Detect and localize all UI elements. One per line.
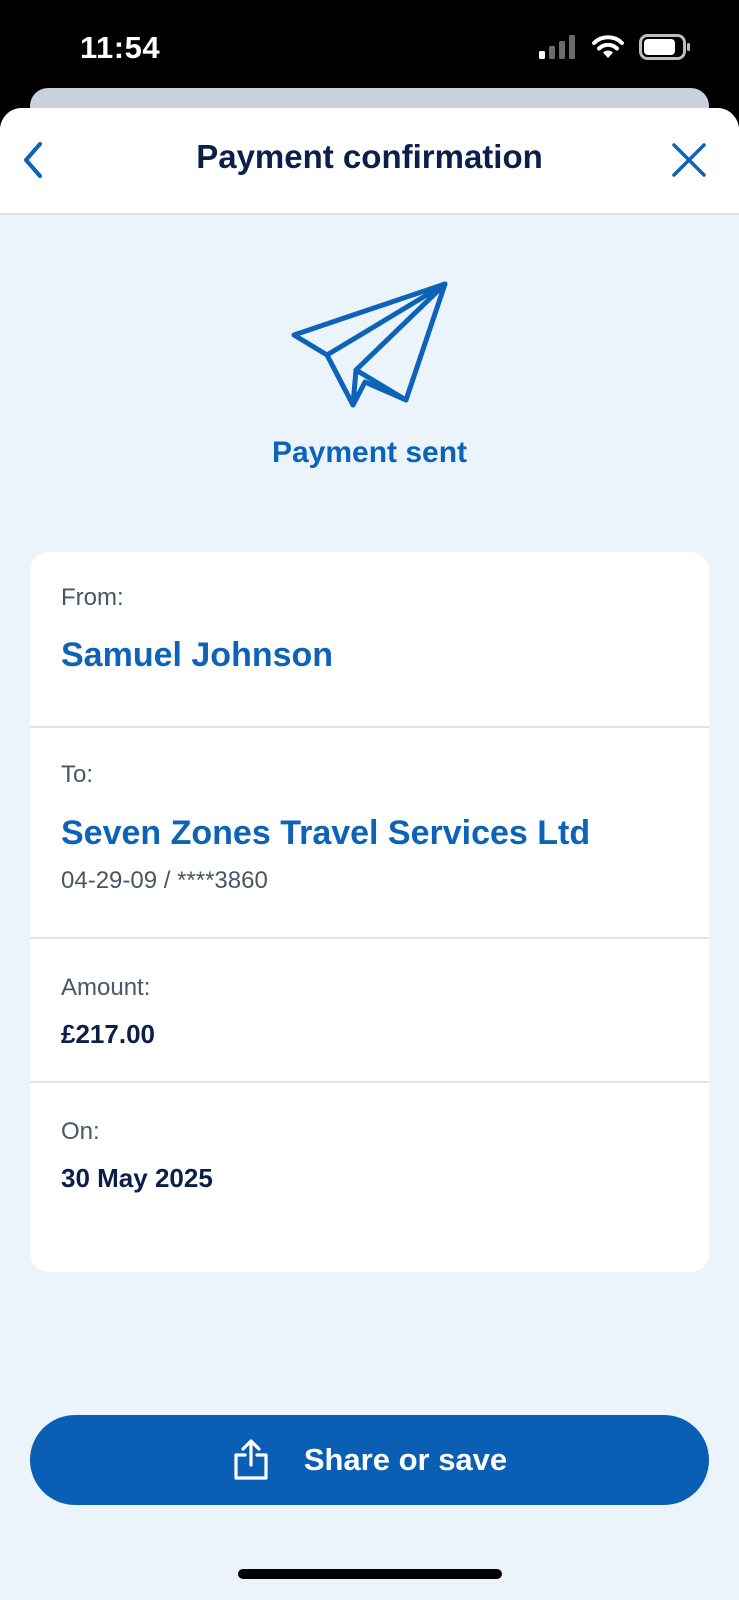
navigation-bar: Payment confirmation	[0, 108, 739, 215]
share-button-label: Share or save	[303, 1442, 508, 1477]
amount-value: £217.00	[61, 1019, 155, 1049]
payment-status-text: Payment sent	[271, 436, 468, 469]
status-bar: 11:54	[0, 0, 739, 100]
share-or-save-button[interactable]: Share or save	[30, 1415, 709, 1505]
wifi-icon	[592, 35, 624, 58]
date-row: On: 30 May 2025	[30, 1083, 709, 1272]
to-row: To: Seven Zones Travel Services Ltd 04-2…	[30, 728, 709, 939]
from-label: From:	[61, 584, 124, 611]
paper-plane-icon	[291, 281, 448, 408]
amount-row: Amount: £217.00	[30, 939, 709, 1083]
to-account-details: 04-29-09 / ****3860	[61, 867, 268, 894]
to-value: Seven Zones Travel Services Ltd	[61, 814, 591, 852]
status-time: 11:54	[80, 30, 161, 65]
date-label: On:	[61, 1118, 100, 1145]
close-icon	[672, 143, 706, 177]
cellular-signal-icon	[539, 35, 575, 59]
payment-confirmation-sheet: Payment confirmation Payment sent From: …	[0, 108, 739, 1600]
close-button[interactable]	[669, 140, 709, 180]
battery-icon	[639, 34, 690, 60]
page-title: Payment confirmation	[196, 138, 543, 175]
home-indicator[interactable]	[238, 1569, 502, 1579]
date-value: 30 May 2025	[61, 1163, 213, 1193]
to-label: To:	[61, 761, 94, 788]
payment-details-card: From: Samuel Johnson To: Seven Zones Tra…	[30, 552, 709, 1272]
share-icon	[234, 1439, 268, 1480]
amount-label: Amount:	[61, 974, 151, 1001]
status-icons	[539, 34, 691, 60]
from-row: From: Samuel Johnson	[30, 552, 709, 728]
from-value: Samuel Johnson	[61, 636, 334, 674]
